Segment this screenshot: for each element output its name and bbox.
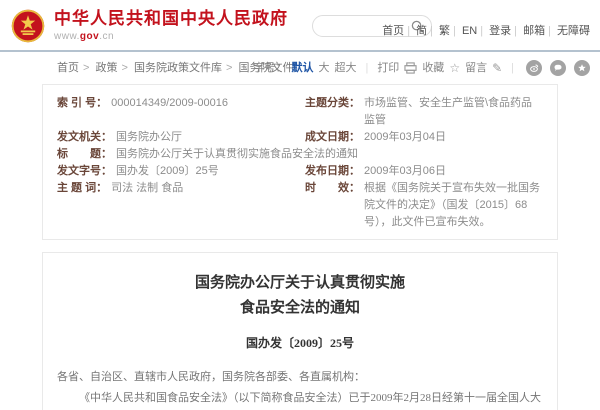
nav-simplified[interactable]: 简 (416, 25, 427, 37)
toolbar-separator: | (511, 52, 514, 84)
nav-login[interactable]: 登录 (489, 25, 511, 37)
pencil-icon[interactable]: ✎ (492, 52, 502, 84)
document-content-panel: 国务院办公厅关于认真贯彻实施 食品安全法的通知 国办发〔2009〕25号 各省、… (42, 252, 558, 410)
meta-value-index-number: 000014349/2009-00016 (111, 95, 228, 129)
breadcrumb-policy[interactable]: 政策 (96, 62, 118, 74)
meta-row-keywords: 主 题 词： 司法 法制 食品 时 效： 根据《国务院关于宣布失效一批国务院文件… (57, 180, 543, 231)
meta-label-written-date: 成文日期： (305, 129, 360, 146)
share-more-button[interactable] (574, 60, 590, 76)
meta-value-topic-category: 市场监管、安全生产监管\食品药品监管 (364, 95, 543, 129)
star-icon[interactable]: ☆ (449, 52, 460, 84)
site-header: 中华人民共和国中央人民政府 www.gov.cn 首页| 简| 繁| EN| 登… (0, 0, 600, 52)
nav-accessibility[interactable]: 无障碍 (557, 25, 590, 37)
wechat-icon (553, 63, 563, 73)
breadcrumb-policy-library[interactable]: 国务院政策文件库 (134, 62, 222, 74)
site-url-gov: gov (80, 31, 99, 42)
document-metadata-panel: 索 引 号： 000014349/2009-00016 主题分类： 市场监管、安… (42, 84, 558, 240)
paragraph-salutation: 各省、自治区、直辖市人民政府，国务院各部委、各直属机构： (57, 367, 543, 388)
meta-label-validity: 时 效： (305, 180, 360, 231)
nav-separator: | (514, 25, 517, 37)
meta-label-index-number: 索 引 号： (57, 95, 107, 129)
top-nav: 首页| 简| 繁| EN| 登录| 邮箱| 无障碍 (380, 22, 592, 38)
nav-separator: | (407, 25, 410, 37)
meta-value-issuing-agency: 国务院办公厅 (116, 129, 182, 146)
font-size-default-button[interactable]: 默认 (291, 52, 313, 84)
meta-value-written-date: 2009年03月04日 (364, 129, 446, 146)
document-title: 国务院办公厅关于认真贯彻实施 食品安全法的通知 (57, 271, 543, 321)
breadcrumb-separator: > (226, 62, 232, 74)
meta-label-doc-number: 发文字号： (57, 163, 112, 180)
page-toolbar: 字号： 默认 大 超大 | 打印 收藏 ☆ 留言 ✎ | (253, 52, 590, 84)
meta-label-keywords: 主 题 词： (57, 180, 107, 231)
meta-row-title: 标 题： 国务院办公厅关于认真贯彻实施食品安全法的通知 (57, 146, 543, 163)
weibo-icon (529, 63, 539, 73)
printer-icon[interactable] (404, 62, 417, 74)
site-url-suffix: .cn (99, 31, 114, 42)
nav-traditional[interactable]: 繁 (439, 25, 450, 37)
meta-label-issuing-agency: 发文机关： (57, 129, 112, 146)
document-number: 国办发〔2009〕25号 (57, 334, 543, 351)
breadcrumb-separator: > (122, 62, 128, 74)
site-identity: 中华人民共和国中央人民政府 www.gov.cn (54, 8, 288, 44)
document-title-line2: 食品安全法的通知 (57, 296, 543, 321)
site-url: www.gov.cn (54, 30, 288, 44)
site-url-prefix: www. (54, 31, 80, 42)
meta-label-topic-category: 主题分类： (305, 95, 360, 129)
nav-separator: | (453, 25, 456, 37)
share-wechat-button[interactable] (550, 60, 566, 76)
meta-value-keywords: 司法 法制 食品 (111, 180, 183, 231)
font-size-xlarge-button[interactable]: 超大 (334, 52, 356, 84)
breadcrumb-toolbar-row: 首页> 政策> 国务院政策文件库> 国务院文件 字号： 默认 大 超大 | 打印… (0, 52, 600, 84)
share-weibo-button[interactable] (526, 60, 542, 76)
meta-value-title: 国务院办公厅关于认真贯彻实施食品安全法的通知 (116, 146, 358, 163)
meta-row-doc-number: 发文字号： 国办发〔2009〕25号 发布日期： 2009年03月06日 (57, 163, 543, 180)
nav-mail[interactable]: 邮箱 (523, 25, 545, 37)
nav-home[interactable]: 首页 (382, 25, 404, 37)
font-size-large-button[interactable]: 大 (318, 52, 329, 84)
meta-value-doc-number: 国办发〔2009〕25号 (116, 163, 219, 180)
font-size-label: 字号： (253, 52, 286, 84)
comment-button[interactable]: 留言 (465, 52, 487, 84)
meta-value-validity: 根据《国务院关于宣布失效一批国务院文件的决定》（国发〔2015〕68号），此文件… (364, 180, 543, 231)
meta-row-index: 索 引 号： 000014349/2009-00016 主题分类： 市场监管、安… (57, 95, 543, 129)
meta-row-issuer: 发文机关： 国务院办公厅 成文日期： 2009年03月04日 (57, 129, 543, 146)
meta-label-title: 标 题： (57, 146, 112, 163)
site-logo[interactable]: 中华人民共和国中央人民政府 www.gov.cn (10, 8, 288, 44)
document-body: 各省、自治区、直辖市人民政府，国务院各部委、各直属机构： 《中华人民共和国食品安… (57, 367, 543, 410)
nav-separator: | (480, 25, 483, 37)
meta-label-publish-date: 发布日期： (305, 163, 360, 180)
meta-value-publish-date: 2009年03月06日 (364, 163, 446, 180)
paragraph-intro: 《中华人民共和国食品安全法》（以下简称食品安全法）已于2009年2月28日经第十… (57, 388, 543, 410)
star-circle-icon (577, 63, 587, 73)
toolbar-separator: | (365, 52, 368, 84)
nav-english[interactable]: EN (462, 25, 477, 37)
favorite-button[interactable]: 收藏 (422, 52, 444, 84)
document-title-line1: 国务院办公厅关于认真贯彻实施 (57, 271, 543, 296)
breadcrumb-home[interactable]: 首页 (57, 62, 79, 74)
nav-separator: | (548, 25, 551, 37)
site-title: 中华人民共和国中央人民政府 (54, 8, 288, 30)
national-emblem-icon (10, 8, 46, 44)
breadcrumb-separator: > (83, 62, 89, 74)
nav-separator: | (430, 25, 433, 37)
print-button[interactable]: 打印 (377, 52, 399, 84)
